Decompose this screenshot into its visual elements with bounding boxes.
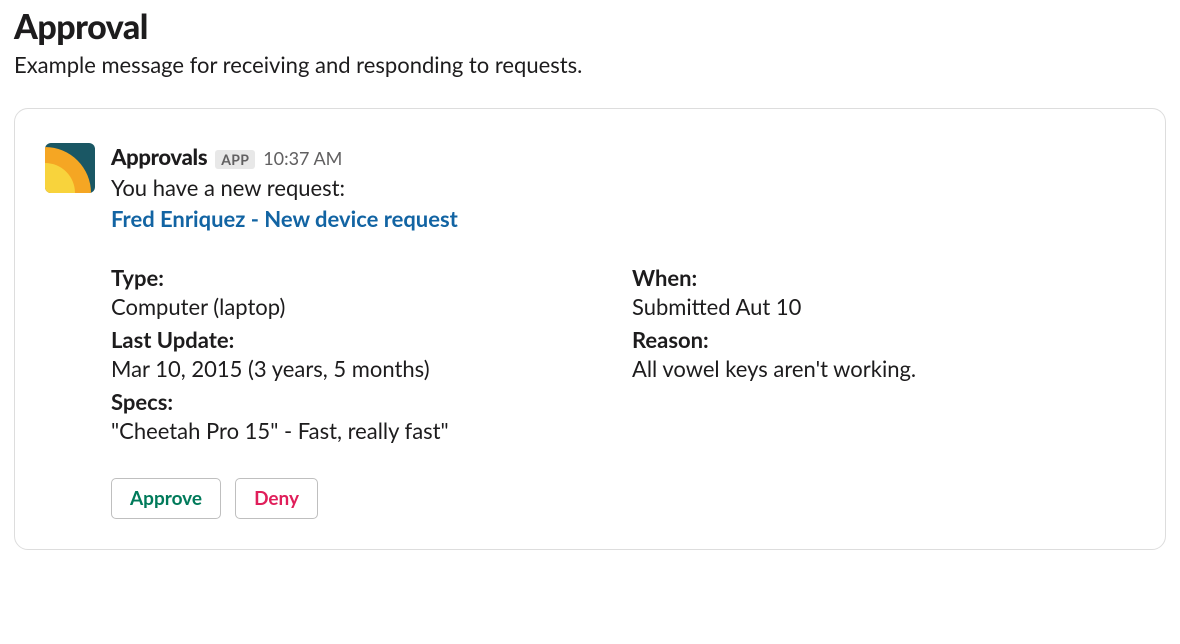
request-link[interactable]: Fred Enriquez - New device request	[111, 205, 458, 232]
actions-row: Approve Deny	[111, 478, 1135, 519]
avatar	[45, 143, 95, 193]
fields-grid: Type: Computer (laptop) Last Update: Mar…	[111, 258, 1135, 444]
field-when-value: Submitted Aut 10	[632, 293, 1135, 320]
field-reason-value: All vowel keys aren't working.	[632, 355, 1135, 382]
field-when-label: When:	[632, 264, 1135, 291]
field-specs-value: "Cheetah Pro 15" - Fast, really fast"	[111, 417, 614, 444]
message-header: Approvals APP 10:37 AM	[111, 143, 1135, 170]
field-last-update-label: Last Update:	[111, 326, 614, 353]
app-badge: APP	[215, 150, 255, 169]
deny-button[interactable]: Deny	[235, 478, 318, 519]
page-title: Approval	[14, 6, 1166, 47]
field-last-update-value: Mar 10, 2015 (3 years, 5 months)	[111, 355, 614, 382]
timestamp: 10:37 AM	[263, 147, 342, 169]
approve-button[interactable]: Approve	[111, 478, 221, 519]
app-name: Approvals	[111, 143, 207, 170]
page-subtitle: Example message for receiving and respon…	[14, 51, 1166, 78]
approvals-app-icon	[45, 143, 95, 193]
field-reason-label: Reason:	[632, 326, 1135, 353]
intro-text: You have a new request:	[111, 174, 1135, 201]
message-card: Approvals APP 10:37 AM You have a new re…	[14, 108, 1166, 550]
field-specs-label: Specs:	[111, 388, 614, 415]
field-type-value: Computer (laptop)	[111, 293, 614, 320]
field-type-label: Type:	[111, 264, 614, 291]
